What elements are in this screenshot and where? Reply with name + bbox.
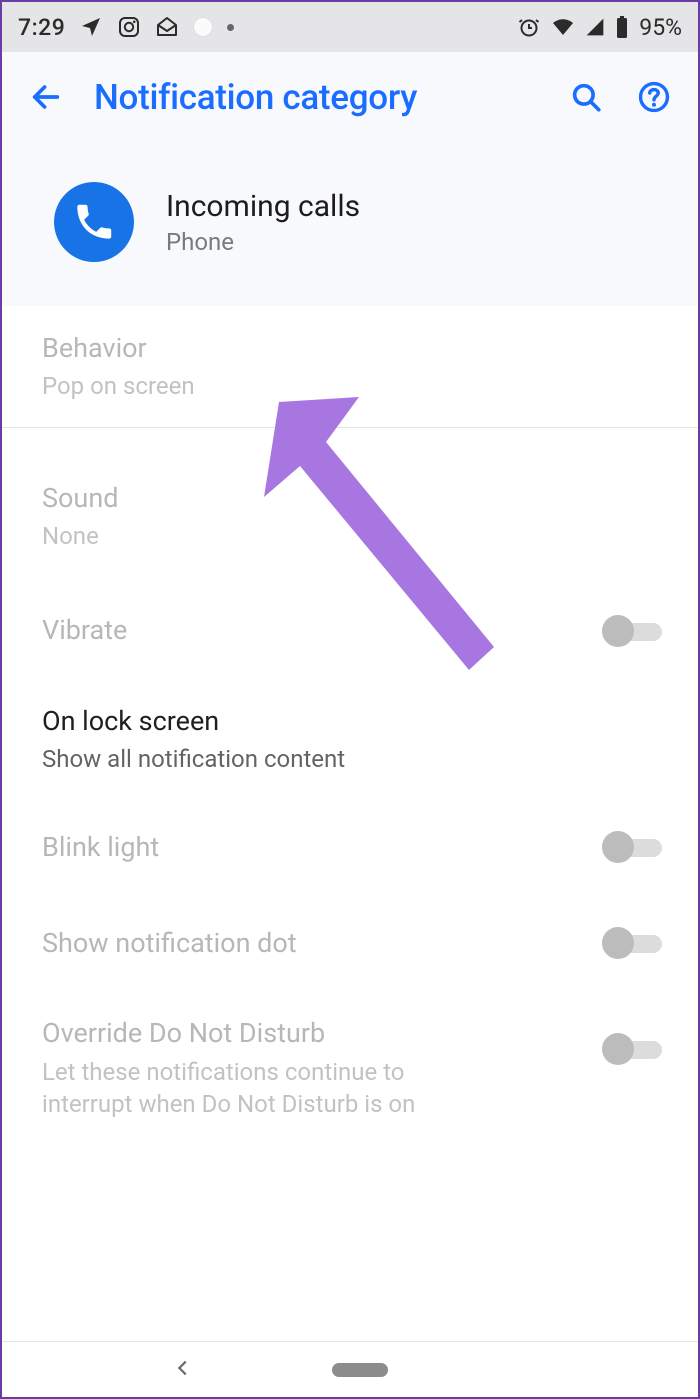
header: Notification category Incoming calls Pho… [2, 52, 698, 306]
setting-label: Blink light [42, 829, 586, 865]
setting-label: Behavior [42, 330, 646, 366]
search-button[interactable] [566, 77, 606, 117]
setting-notification-dot[interactable]: Show notification dot [2, 895, 698, 991]
dot-toggle[interactable] [602, 925, 662, 961]
help-button[interactable] [634, 77, 674, 117]
back-button[interactable] [26, 77, 66, 117]
override-toggle[interactable] [602, 1031, 662, 1067]
setting-behavior[interactable]: Behavior Pop on screen [2, 306, 698, 427]
status-right: 95% [517, 14, 682, 41]
notification-dot-icon [193, 17, 213, 37]
setting-override-dnd[interactable]: Override Do Not Disturb Let these notifi… [2, 991, 698, 1144]
phone-app-icon [54, 182, 134, 262]
settings-list: Behavior Pop on screen Sound None Vibrat… [2, 306, 698, 1145]
setting-label: Vibrate [42, 612, 586, 648]
setting-sound[interactable]: Sound None [2, 427, 698, 583]
battery-icon [615, 15, 629, 39]
status-time: 7:29 [18, 14, 65, 41]
setting-lockscreen[interactable]: On lock screen Show all notification con… [2, 679, 698, 800]
channel-app-name: Phone [166, 228, 360, 256]
setting-label: Sound [42, 480, 646, 516]
setting-value: None [42, 520, 646, 552]
setting-value: Show all notification content [42, 743, 646, 775]
channel-texts: Incoming calls Phone [166, 189, 360, 256]
blink-toggle[interactable] [602, 829, 662, 865]
setting-label: Override Do Not Disturb [42, 1015, 456, 1051]
nav-home-pill[interactable] [332, 1363, 388, 1377]
mail-icon [155, 15, 179, 39]
location-icon [79, 15, 103, 39]
setting-label: On lock screen [42, 703, 646, 739]
wifi-icon [551, 15, 575, 39]
battery-percent: 95% [639, 14, 682, 41]
system-nav-bar [2, 1341, 698, 1397]
channel-title: Incoming calls [166, 189, 360, 224]
page-title: Notification category [94, 77, 538, 118]
setting-blink-light[interactable]: Blink light [2, 799, 698, 895]
status-left: 7:29 [18, 14, 234, 41]
vibrate-toggle[interactable] [602, 613, 662, 649]
setting-vibrate[interactable]: Vibrate [2, 583, 698, 679]
channel-header: Incoming calls Phone [2, 142, 698, 306]
setting-value: Let these notifications continue to inte… [42, 1056, 456, 1121]
alarm-icon [517, 15, 541, 39]
status-bar: 7:29 95% [2, 2, 698, 52]
setting-label: Show notification dot [42, 925, 586, 961]
instagram-icon [117, 15, 141, 39]
setting-value: Pop on screen [42, 370, 646, 402]
cell-signal-icon [585, 15, 605, 39]
app-bar: Notification category [2, 52, 698, 142]
nav-back-button[interactable] [172, 1357, 194, 1383]
more-notifications-icon [227, 24, 234, 31]
